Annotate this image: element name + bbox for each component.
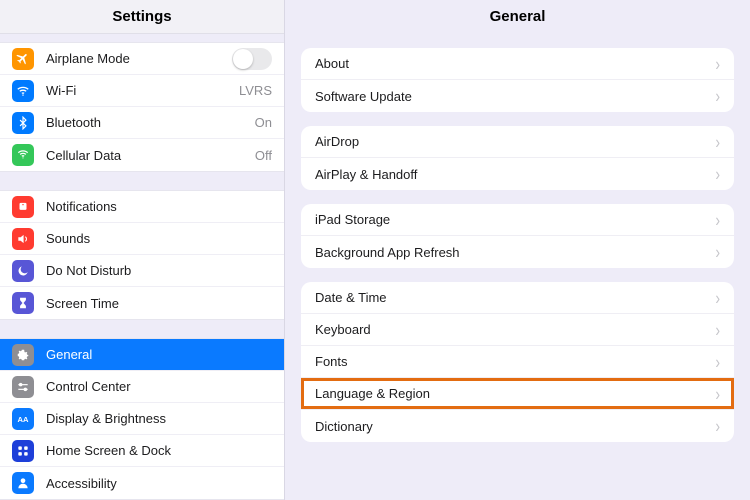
sidebar-group: General Control Center AA Display & Brightn… bbox=[0, 338, 284, 500]
spacer bbox=[0, 320, 284, 338]
detail-item-about[interactable]: About › bbox=[301, 48, 734, 80]
chevron-right-icon: › bbox=[715, 351, 720, 372]
detail-title: General bbox=[285, 0, 750, 34]
detail-item-airdrop[interactable]: AirDrop › bbox=[301, 126, 734, 158]
detail-item-label: Software Update bbox=[315, 89, 707, 104]
sidebar-item-label: Accessibility bbox=[46, 476, 272, 491]
detail-group: AirDrop › AirPlay & Handoff › bbox=[301, 126, 734, 190]
detail-item-date-time[interactable]: Date & Time › bbox=[301, 282, 734, 314]
detail-item-dictionary[interactable]: Dictionary › bbox=[301, 410, 734, 442]
detail-item-label: Language & Region bbox=[315, 386, 707, 401]
general-detail-panel: General About›Software Update›AirDrop›Ai… bbox=[285, 0, 750, 500]
sidebar-item-control-center[interactable]: Control Center bbox=[0, 371, 284, 403]
sidebar-item-dnd[interactable]: Do Not Disturb bbox=[0, 255, 284, 287]
sidebar-item-label: Cellular Data bbox=[46, 148, 247, 163]
sidebar-item-value: Off bbox=[255, 148, 272, 163]
chevron-right-icon: › bbox=[715, 416, 720, 437]
airplane-icon bbox=[12, 48, 34, 70]
chevron-right-icon: › bbox=[715, 164, 720, 185]
sidebar-group: Notifications Sounds Do Not Disturb Screen … bbox=[0, 190, 284, 320]
sidebar-item-cellular[interactable]: Cellular Data Off bbox=[0, 139, 284, 171]
spacer bbox=[0, 34, 284, 42]
aa-icon: AA bbox=[12, 408, 34, 430]
settings-sidebar: Settings Airplane Mode Wi-Fi LVRS Bluetooth… bbox=[0, 0, 285, 500]
chevron-right-icon: › bbox=[715, 209, 720, 230]
svg-text:AA: AA bbox=[18, 414, 29, 423]
detail-item-label: Keyboard bbox=[315, 322, 707, 337]
sidebar-item-label: Notifications bbox=[46, 199, 272, 214]
sidebar-item-label: Do Not Disturb bbox=[46, 263, 272, 278]
sidebar-item-sounds[interactable]: Sounds bbox=[0, 223, 284, 255]
detail-item-label: AirPlay & Handoff bbox=[315, 167, 707, 182]
detail-item-label: Dictionary bbox=[315, 419, 707, 434]
detail-item-label: Date & Time bbox=[315, 290, 707, 305]
wifi-icon bbox=[12, 80, 34, 102]
sidebar-item-value: LVRS bbox=[239, 83, 272, 98]
sidebar-item-label: Bluetooth bbox=[46, 115, 247, 130]
sidebar-item-airplane-mode[interactable]: Airplane Mode bbox=[0, 43, 284, 75]
sidebar-item-homescreen[interactable]: Home Screen & Dock bbox=[0, 435, 284, 467]
detail-item-fonts[interactable]: Fonts › bbox=[301, 346, 734, 378]
chevron-right-icon: › bbox=[715, 86, 720, 107]
bell-icon bbox=[12, 196, 34, 218]
detail-group: About › Software Update › bbox=[301, 48, 734, 112]
sidebar-group: Airplane Mode Wi-Fi LVRS Bluetooth On Cellula… bbox=[0, 42, 284, 172]
chevron-right-icon: › bbox=[715, 319, 720, 340]
detail-item-label: AirDrop bbox=[315, 134, 707, 149]
detail-item-bg-app-refresh[interactable]: Background App Refresh › bbox=[301, 236, 734, 268]
detail-item-label: Fonts bbox=[315, 354, 707, 369]
airplane-mode-switch[interactable] bbox=[232, 48, 272, 70]
sidebar-item-label: Airplane Mode bbox=[46, 51, 224, 66]
detail-item-software-update[interactable]: Software Update › bbox=[301, 80, 734, 112]
speaker-icon bbox=[12, 228, 34, 250]
detail-item-label: Background App Refresh bbox=[315, 245, 707, 260]
sidebar-item-label: Wi-Fi bbox=[46, 83, 231, 98]
chevron-right-icon: › bbox=[715, 383, 720, 404]
chevron-right-icon: › bbox=[715, 131, 720, 152]
sliders-icon bbox=[12, 376, 34, 398]
sidebar-item-screen-time[interactable]: Screen Time bbox=[0, 287, 284, 319]
sidebar-item-label: General bbox=[46, 347, 272, 362]
gear-icon bbox=[12, 344, 34, 366]
sidebar-item-label: Sounds bbox=[46, 231, 272, 246]
detail-item-language-region[interactable]: Language & Region › bbox=[301, 378, 734, 410]
sidebar-item-label: Screen Time bbox=[46, 296, 272, 311]
chevron-right-icon: › bbox=[715, 242, 720, 263]
detail-item-ipad-storage[interactable]: iPad Storage › bbox=[301, 204, 734, 236]
detail-item-label: About bbox=[315, 56, 707, 71]
chevron-right-icon: › bbox=[715, 287, 720, 308]
cellular-icon bbox=[12, 144, 34, 166]
bluetooth-icon bbox=[12, 112, 34, 134]
sidebar-item-general[interactable]: General bbox=[0, 339, 284, 371]
detail-group: Date & Time›Keyboard›Fonts›Language & Re… bbox=[301, 282, 734, 442]
spacer bbox=[0, 172, 284, 190]
sidebar-item-label: Control Center bbox=[46, 379, 272, 394]
sidebar-title: Settings bbox=[0, 0, 284, 34]
detail-item-airplay-handoff[interactable]: AirPlay & Handoff › bbox=[301, 158, 734, 190]
grid-icon bbox=[12, 440, 34, 462]
moon-icon bbox=[12, 260, 34, 282]
sidebar-item-value: On bbox=[255, 115, 272, 130]
chevron-right-icon: › bbox=[715, 53, 720, 74]
sidebar-item-accessibility[interactable]: Accessibility bbox=[0, 467, 284, 499]
sidebar-item-label: Display & Brightness bbox=[46, 411, 272, 426]
sidebar-item-bluetooth[interactable]: Bluetooth On bbox=[0, 107, 284, 139]
sidebar-item-notifications[interactable]: Notifications bbox=[0, 191, 284, 223]
sidebar-item-display[interactable]: AA Display & Brightness bbox=[0, 403, 284, 435]
detail-item-keyboard[interactable]: Keyboard › bbox=[301, 314, 734, 346]
sidebar-item-wifi[interactable]: Wi-Fi LVRS bbox=[0, 75, 284, 107]
hourglass-icon bbox=[12, 292, 34, 314]
person-icon bbox=[12, 472, 34, 494]
detail-item-label: iPad Storage bbox=[315, 212, 707, 227]
sidebar-item-label: Home Screen & Dock bbox=[46, 443, 272, 458]
detail-group: iPad Storage › Background App Refresh › bbox=[301, 204, 734, 268]
